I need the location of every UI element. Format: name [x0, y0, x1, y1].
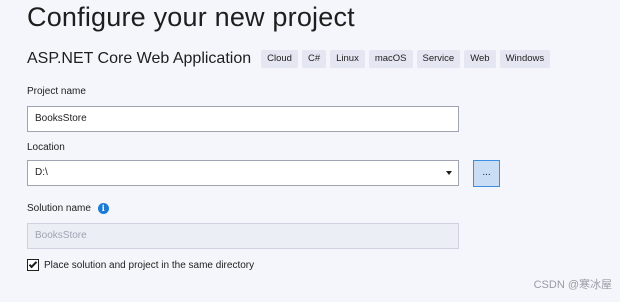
solution-name-label: Solution name [27, 203, 91, 215]
template-tag: macOS [368, 50, 413, 68]
project-name-label: Project name [27, 86, 86, 97]
template-tag: Linux [330, 50, 365, 68]
location-combobox[interactable]: D:\ [27, 160, 459, 186]
template-tag: Web [464, 50, 496, 68]
template-tag: Cloud [261, 50, 298, 68]
template-tags: Cloud C# Linux macOS Service Web Windows [261, 50, 551, 68]
browse-button[interactable]: ... [473, 160, 500, 187]
page-title: Configure your new project [27, 2, 355, 32]
same-directory-checkbox[interactable] [27, 259, 39, 271]
same-directory-label[interactable]: Place solution and project in the same d… [44, 260, 254, 271]
template-tag: C# [301, 50, 327, 68]
configure-project-page: Configure your new project ASP.NET Core … [0, 0, 620, 302]
chevron-down-icon[interactable] [446, 171, 452, 175]
template-name: ASP.NET Core Web Application [27, 50, 252, 67]
project-name-input[interactable]: BooksStore [27, 106, 459, 132]
template-tag: Service [416, 50, 461, 68]
location-label: Location [27, 142, 65, 153]
checkmark-icon [28, 259, 38, 269]
same-directory-option[interactable]: Place solution and project in the same d… [27, 259, 254, 271]
info-icon[interactable]: i [97, 203, 109, 214]
location-value: D:\ [35, 167, 48, 178]
template-row: ASP.NET Core Web Application Cloud C# Li… [27, 50, 551, 68]
watermark: CSDN @寒冰屋 [533, 279, 612, 291]
solution-name-label-row: Solution name i [27, 203, 109, 214]
solution-name-input: BooksStore [27, 223, 459, 249]
template-tag: Windows [499, 50, 551, 68]
